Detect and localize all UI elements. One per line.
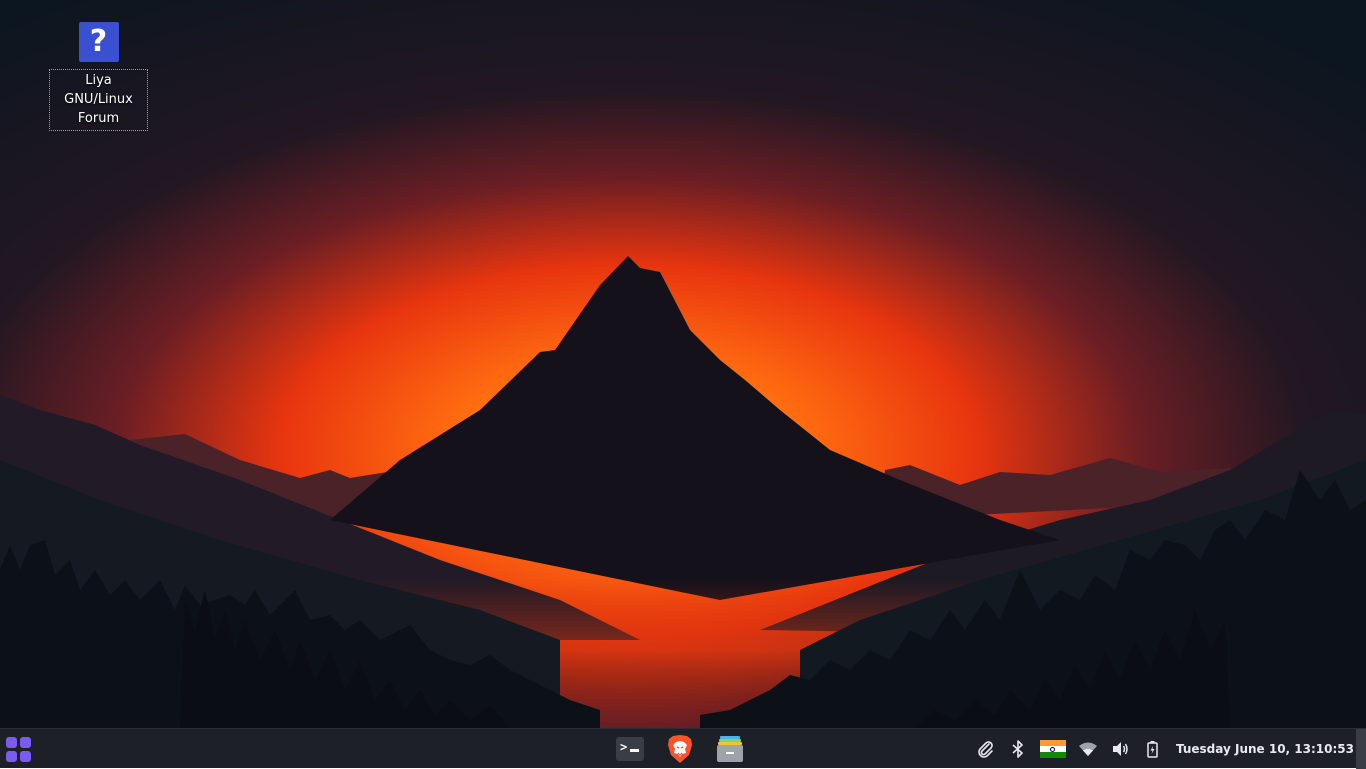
taskbar: > Tuesday June 10, 13:10:53 [0, 728, 1366, 769]
battery-icon [1147, 741, 1158, 758]
help-icon: ? [78, 22, 119, 62]
desktop-icon-label: Liya GNU/Linux Forum [49, 69, 148, 131]
app-grid-dot [6, 751, 17, 762]
paperclip-icon [978, 741, 993, 758]
volume-icon [1112, 742, 1128, 756]
system-tray: Tuesday June 10, 13:10:53 [970, 729, 1354, 769]
file-manager-icon [716, 735, 744, 763]
clock-text: Tuesday June 10, 13:10:53 [1175, 742, 1354, 756]
desktop[interactable]: ? Liya GNU/Linux Forum [0, 0, 1366, 728]
dock-files-button[interactable] [712, 732, 748, 766]
clock-button[interactable]: Tuesday June 10, 13:10:53 [1168, 729, 1354, 769]
bluetooth-tray-button[interactable] [1002, 729, 1034, 769]
terminal-icon: > [616, 737, 644, 761]
network-tray-button[interactable] [1072, 729, 1104, 769]
clipboard-tray-button[interactable] [970, 729, 1002, 769]
volume-tray-button[interactable] [1104, 729, 1136, 769]
desktop-icon-liya-forum[interactable]: ? Liya GNU/Linux Forum [49, 22, 148, 131]
app-grid-icon[interactable] [6, 737, 32, 762]
wifi-icon [1078, 742, 1097, 756]
brave-browser-icon [668, 735, 692, 763]
app-grid-dot [6, 737, 17, 748]
keyboard-layout-tray-button[interactable] [1034, 729, 1072, 769]
dock: > [612, 732, 748, 766]
dock-brave-button[interactable] [662, 732, 698, 766]
app-grid-dot [20, 751, 31, 762]
dock-terminal-button[interactable]: > [612, 732, 648, 766]
show-desktop-button[interactable] [1356, 729, 1366, 769]
app-grid-dot [20, 737, 31, 748]
bluetooth-icon [1012, 740, 1023, 758]
wallpaper [0, 0, 1366, 728]
keyboard-layout-flag-icon [1039, 740, 1066, 758]
battery-tray-button[interactable] [1136, 729, 1168, 769]
